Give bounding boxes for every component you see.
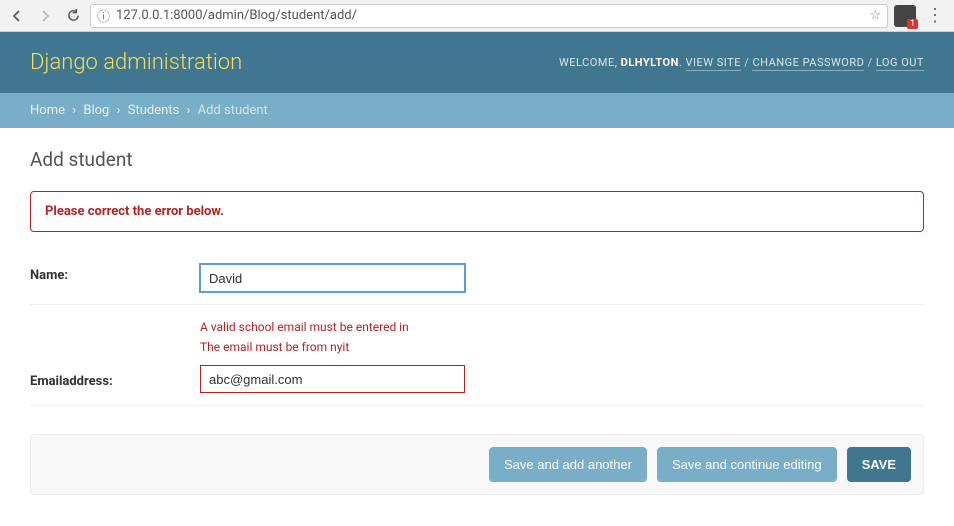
- submit-row: Save and add another Save and continue e…: [30, 434, 924, 495]
- breadcrumb-home[interactable]: Home: [30, 103, 65, 118]
- email-error-list: A valid school email must be entered in …: [200, 317, 409, 357]
- browser-toolbar: ⓘ 127.0.0.1:8000/admin/Blog/student/add/…: [0, 0, 954, 32]
- reload-button[interactable]: [62, 5, 84, 27]
- chevron-right-icon: ›: [68, 103, 80, 118]
- email-input[interactable]: [200, 365, 465, 393]
- email-error: A valid school email must be entered in: [200, 317, 409, 337]
- save-continue-button[interactable]: Save and continue editing: [657, 447, 837, 482]
- site-title[interactable]: Django administration: [30, 50, 242, 75]
- change-password-link[interactable]: CHANGE PASSWORD: [752, 56, 864, 71]
- address-bar[interactable]: ⓘ 127.0.0.1:8000/admin/Blog/student/add/…: [90, 4, 888, 28]
- info-icon: ⓘ: [97, 6, 110, 25]
- save-add-another-button[interactable]: Save and add another: [489, 447, 647, 482]
- error-note: Please correct the error below.: [30, 191, 924, 232]
- admin-header: Django administration WELCOME, DLHYLTON.…: [0, 32, 954, 93]
- user-links: WELCOME, DLHYLTON. VIEW SITE / CHANGE PA…: [559, 56, 924, 69]
- breadcrumb-current: Add student: [198, 103, 268, 118]
- extension-icon[interactable]: [894, 5, 916, 27]
- email-error: The email must be from nyit: [200, 337, 409, 357]
- content: Add student Please correct the error bel…: [0, 128, 954, 525]
- menu-icon[interactable]: ⋮: [922, 5, 948, 26]
- chevron-right-icon: ›: [182, 103, 194, 118]
- username: DLHYLTON: [621, 56, 679, 69]
- logout-link[interactable]: LOG OUT: [876, 56, 924, 71]
- breadcrumb-model[interactable]: Students: [128, 103, 180, 118]
- chevron-right-icon: ›: [113, 103, 125, 118]
- field-row-name: Name:: [30, 252, 924, 305]
- forward-button[interactable]: [34, 5, 56, 27]
- welcome-text: WELCOME,: [559, 56, 617, 69]
- view-site-link[interactable]: VIEW SITE: [686, 56, 741, 71]
- url-text: 127.0.0.1:8000/admin/Blog/student/add/: [116, 8, 863, 23]
- name-input[interactable]: [200, 264, 465, 292]
- back-button[interactable]: [6, 5, 28, 27]
- breadcrumb: Home › Blog › Students › Add student: [0, 93, 954, 128]
- email-label: Emailaddress:: [30, 370, 200, 389]
- field-row-email: A valid school email must be entered in …: [30, 305, 924, 406]
- save-button[interactable]: SAVE: [847, 447, 911, 482]
- page-title: Add student: [30, 148, 924, 171]
- name-label: Name:: [30, 264, 200, 283]
- bookmark-star-icon[interactable]: ☆: [869, 8, 881, 23]
- breadcrumb-app[interactable]: Blog: [83, 103, 109, 118]
